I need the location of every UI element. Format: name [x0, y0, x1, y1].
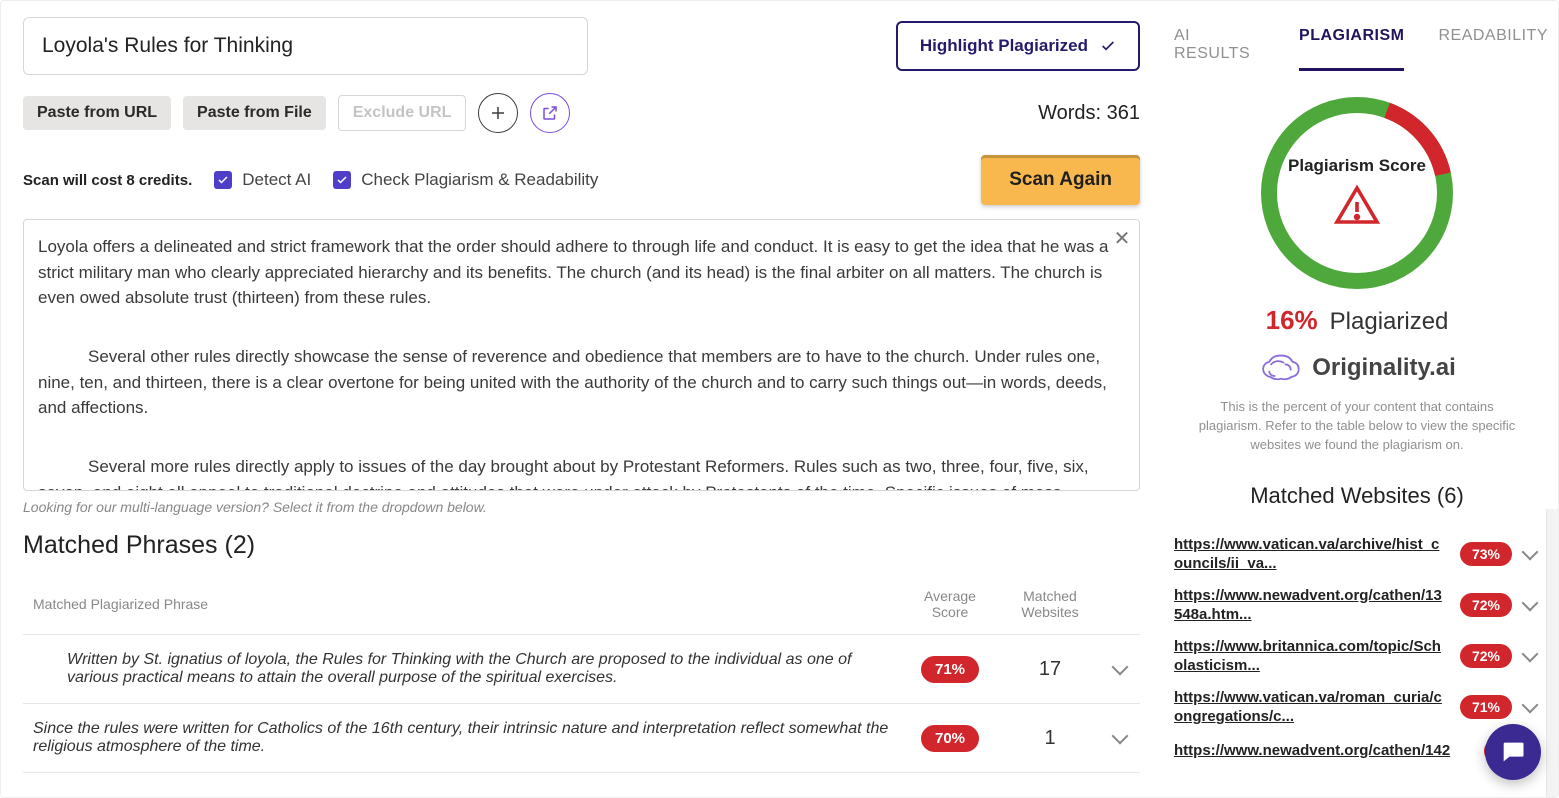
score-badge: 72%: [1460, 593, 1512, 617]
gauge-title: Plagiarism Score: [1288, 156, 1426, 176]
check-plagiarism-label: Check Plagiarism & Readability: [361, 170, 598, 190]
chevron-down-icon[interactable]: [1522, 544, 1539, 561]
website-row: https://www.newadvent.org/cathen/13548a.…: [1166, 580, 1548, 631]
tab-plagiarism[interactable]: PLAGIARISM: [1299, 27, 1404, 71]
website-row: https://www.vatican.va/roman_curia/congr…: [1166, 682, 1548, 733]
col-avg-score: Average Score: [900, 574, 1000, 635]
col-phrase: Matched Plagiarized Phrase: [23, 574, 900, 635]
multilanguage-note: Looking for our multi-language version? …: [23, 499, 1140, 515]
phrase-text: Since the rules were written for Catholi…: [23, 704, 900, 773]
matched-phrases-table: Matched Plagiarized Phrase Average Score…: [23, 574, 1140, 773]
website-row: https://www.vatican.va/archive/hist_coun…: [1166, 529, 1548, 580]
chevron-down-icon[interactable]: [1522, 697, 1539, 714]
site-count: 17: [1000, 635, 1100, 704]
share-button[interactable]: [530, 93, 570, 133]
paste-from-file-button[interactable]: Paste from File: [183, 96, 326, 130]
matched-websites-list: https://www.vatican.va/archive/hist_coun…: [1166, 529, 1548, 769]
plus-icon: [489, 104, 507, 122]
scrollbar[interactable]: [1546, 509, 1558, 797]
matched-websites-heading: Matched Websites (6): [1166, 483, 1548, 509]
score-badge: 71%: [921, 656, 979, 683]
add-button[interactable]: [478, 93, 518, 133]
plagiarism-word: Plagiarized: [1330, 308, 1449, 336]
share-icon: [541, 104, 559, 122]
matched-phrases-heading: Matched Phrases (2): [23, 531, 1140, 560]
phrase-text: Written by St. ignatius of loyola, the R…: [23, 635, 900, 704]
chevron-down-icon[interactable]: [1522, 595, 1539, 612]
document-content-area[interactable]: ✕ Loyola offers a delineated and strict …: [23, 219, 1140, 491]
site-count: 1: [1000, 704, 1100, 773]
website-link[interactable]: https://www.newadvent.org/cathen/13548a.…: [1174, 586, 1448, 625]
website-link[interactable]: https://www.newadvent.org/cathen/142: [1174, 741, 1472, 761]
disclaimer-text: This is the percent of your content that…: [1166, 398, 1548, 455]
scan-again-button[interactable]: Scan Again: [981, 155, 1140, 205]
website-link[interactable]: https://www.britannica.com/topic/Scholas…: [1174, 637, 1448, 676]
table-row: Written by St. ignatius of loyola, the R…: [23, 635, 1140, 704]
check-plagiarism-checkbox[interactable]: [333, 171, 351, 189]
score-badge: 73%: [1460, 542, 1512, 566]
word-count-label: Words: 361: [1038, 102, 1140, 125]
scan-cost-label: Scan will cost 8 credits.: [23, 172, 192, 189]
document-title-input[interactable]: [23, 17, 588, 75]
paste-from-url-button[interactable]: Paste from URL: [23, 96, 171, 130]
brand-logo: Originality.ai: [1258, 352, 1456, 384]
detect-ai-label: Detect AI: [242, 170, 311, 190]
check-icon: [336, 174, 348, 186]
content-paragraph: Several more rules directly apply to iss…: [38, 454, 1109, 491]
exclude-url-button[interactable]: Exclude URL: [338, 95, 467, 131]
website-link[interactable]: https://www.vatican.va/roman_curia/congr…: [1174, 688, 1448, 727]
check-icon: [217, 174, 229, 186]
close-icon[interactable]: ✕: [1111, 228, 1133, 250]
tab-readability[interactable]: READABILITY: [1438, 27, 1548, 71]
chevron-down-icon[interactable]: [1522, 646, 1539, 663]
score-badge: 72%: [1460, 644, 1512, 668]
website-row: https://www.britannica.com/topic/Scholas…: [1166, 631, 1548, 682]
website-link[interactable]: https://www.vatican.va/archive/hist_coun…: [1174, 535, 1448, 574]
col-matched-websites: Matched Websites: [1000, 574, 1100, 635]
chat-icon: [1499, 738, 1527, 766]
tab-ai-results[interactable]: AI RESULTS: [1174, 27, 1265, 71]
brand-name: Originality.ai: [1312, 354, 1456, 382]
content-paragraph: Loyola offers a delineated and strict fr…: [38, 234, 1109, 311]
plagiarism-gauge: Plagiarism Score: [1257, 93, 1457, 293]
brain-icon: [1258, 352, 1302, 384]
chevron-down-icon[interactable]: [1112, 659, 1129, 676]
score-badge: 70%: [921, 725, 979, 752]
check-icon: [1100, 38, 1116, 54]
highlight-plagiarized-button[interactable]: Highlight Plagiarized: [896, 21, 1140, 71]
score-badge: 71%: [1460, 695, 1512, 719]
highlight-plagiarized-label: Highlight Plagiarized: [920, 36, 1088, 56]
table-row: Since the rules were written for Catholi…: [23, 704, 1140, 773]
warning-icon: [1333, 182, 1381, 230]
chat-widget-button[interactable]: [1485, 724, 1541, 780]
detect-ai-checkbox[interactable]: [214, 171, 232, 189]
content-paragraph: Several other rules directly showcase th…: [38, 344, 1109, 421]
plagiarism-percent: 16%: [1266, 305, 1318, 336]
chevron-down-icon[interactable]: [1112, 728, 1129, 745]
